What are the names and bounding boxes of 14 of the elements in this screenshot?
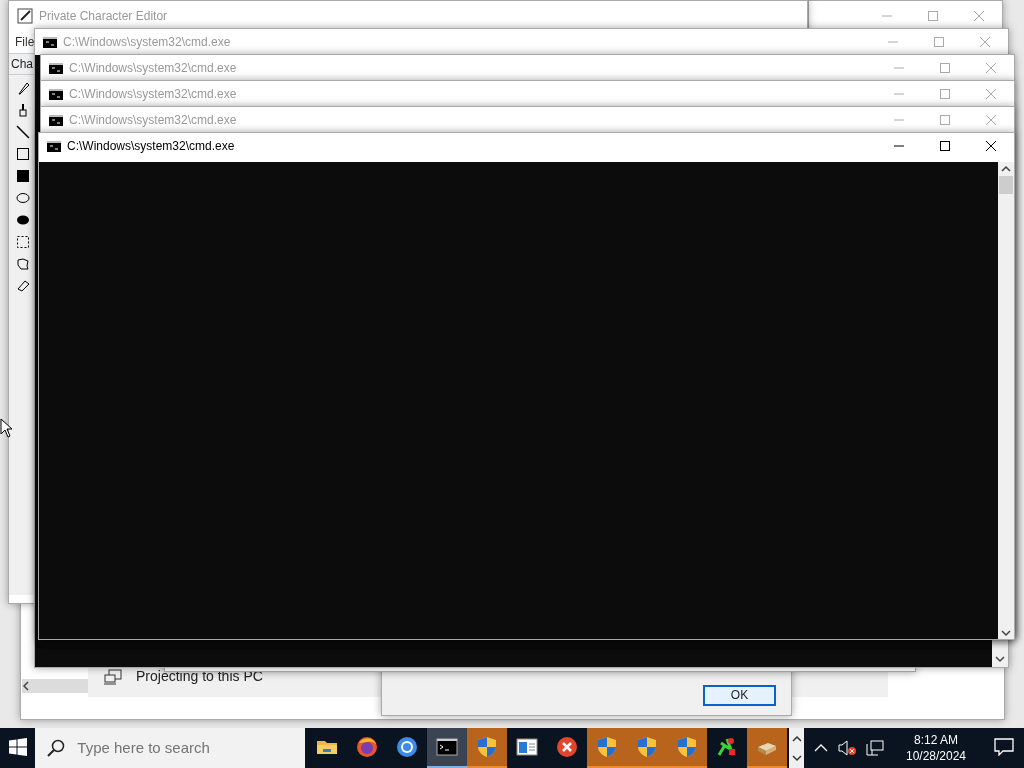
window-title: C:\Windows\system32\cmd.exe [69,86,237,103]
window-title: Private Character Editor [39,8,168,25]
search-field[interactable]: Type here to search [75,735,306,761]
window-title: C:\Windows\system32\cmd.exe [69,112,237,129]
window-title: C:\Windows\system32\cmd.exe [69,60,237,77]
menu-item[interactable]: File [15,33,35,51]
ok-button[interactable]: OK [703,685,776,706]
window-title: C:\Windows\system32\cmd.exe [63,34,231,51]
clock-time: 8:12 AM [913,732,959,748]
clock-date: 10/28/2024 [904,748,968,764]
tab[interactable]: Cha [11,55,33,73]
window-title: C:\Windows\system32\cmd.exe [67,138,235,155]
search-bar[interactable]: Type here to search [35,728,306,768]
clock[interactable]: 8:12 AM 10/28/2024 [898,732,974,764]
